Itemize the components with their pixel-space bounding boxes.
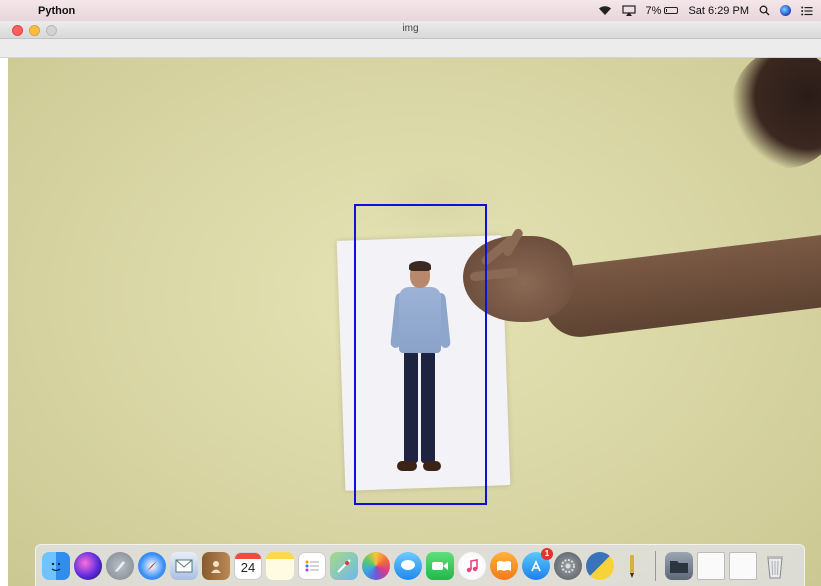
window-toolbar [0, 39, 821, 58]
safari-icon[interactable] [138, 551, 166, 580]
trash-icon[interactable] [761, 552, 789, 580]
camera-image [8, 58, 821, 586]
app-store-icon[interactable]: 1 [522, 547, 553, 580]
battery-level-fill [666, 9, 668, 12]
document-icon[interactable] [697, 551, 725, 580]
menubar-clock[interactable]: Sat 6:29 PM [688, 5, 749, 17]
notes-icon[interactable] [266, 551, 294, 580]
battery-percent: 7% [645, 4, 662, 17]
calendar-icon[interactable]: 24 [234, 551, 262, 580]
app-menu-python[interactable]: Python [38, 5, 75, 17]
window-title-bar[interactable]: img [0, 21, 821, 39]
battery-indicator[interactable]: 7% [646, 5, 679, 17]
maps-icon[interactable] [330, 551, 358, 580]
contacts-icon[interactable] [202, 551, 230, 580]
battery-icon [664, 7, 679, 14]
status-items: 7% Sat 6:29 PM [598, 0, 813, 21]
python-launcher-icon[interactable] [586, 551, 614, 580]
arm [539, 232, 821, 342]
pencil-tool-icon[interactable] [618, 552, 646, 580]
messages-icon[interactable] [394, 551, 422, 580]
finder-icon[interactable] [42, 551, 70, 580]
wifi-icon[interactable] [598, 5, 612, 16]
facetime-icon[interactable] [426, 551, 454, 580]
siri-icon[interactable] [780, 5, 791, 16]
spotlight-search-icon[interactable] [759, 5, 770, 16]
window-title: img [402, 23, 419, 34]
folder-icon[interactable] [665, 551, 693, 580]
launchpad-icon[interactable] [106, 551, 134, 580]
dock-separator [655, 550, 656, 581]
dock: 24 1 [35, 544, 805, 586]
menu-bar: Python 7% Sat 6:29 PM [0, 0, 821, 21]
ibooks-icon[interactable] [490, 551, 518, 580]
notification-center-icon[interactable] [801, 6, 813, 16]
itunes-icon[interactable] [458, 551, 486, 580]
system-preferences-icon[interactable] [554, 551, 582, 580]
app-store-badge: 1 [541, 547, 553, 560]
airplay-icon[interactable] [621, 5, 636, 16]
reminders-icon[interactable] [298, 551, 326, 580]
document-icon[interactable] [729, 551, 757, 580]
siri-icon[interactable] [74, 551, 102, 580]
mail-icon[interactable] [170, 551, 198, 580]
partial-head [731, 58, 821, 168]
calendar-day: 24 [240, 560, 256, 575]
photos-icon[interactable] [362, 551, 390, 580]
detection-bounding-box [354, 204, 487, 505]
